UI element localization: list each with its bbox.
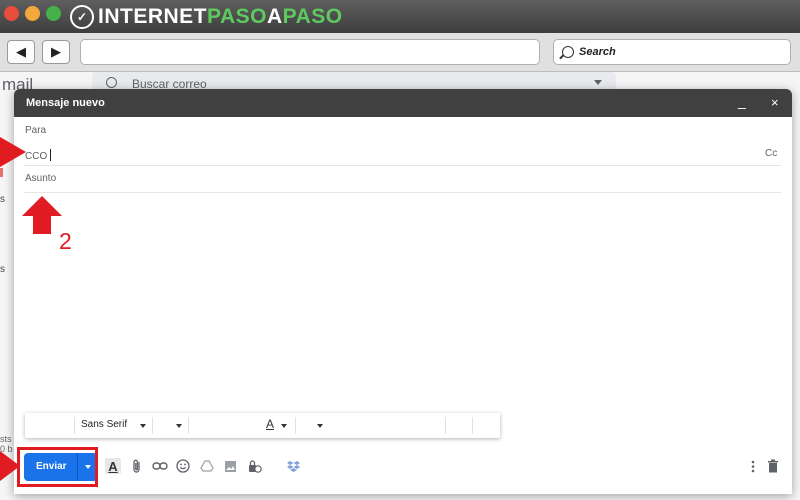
- screenshot-frame: ✓ INTERNET PASO A PASO ◀ ▶ Search mail Busc…: [0, 0, 800, 500]
- logo-mark-icon: ✓: [70, 5, 94, 29]
- logo-text-a: A: [266, 5, 283, 28]
- to-field-label[interactable]: Para: [25, 125, 46, 136]
- toolbar-separator: [445, 417, 446, 434]
- forward-arrow-icon: ▶: [51, 44, 61, 59]
- format-text-color-icon[interactable]: A: [105, 458, 121, 474]
- toolbar-separator: [188, 417, 189, 434]
- browser-search-field[interactable]: Search: [553, 39, 791, 65]
- sidebar-fragment: s: [0, 194, 5, 205]
- sidebar-fragment: s: [0, 264, 5, 275]
- logo-text-internet: INTERNET: [98, 5, 207, 28]
- emoji-icon[interactable]: [175, 458, 191, 474]
- formatting-toolbar: Sans Serif A: [25, 413, 500, 438]
- browser-toolbar: ◀ ▶ Search: [0, 33, 800, 72]
- cc-link[interactable]: Cc: [765, 148, 777, 159]
- zoom-window-button[interactable]: [46, 6, 61, 21]
- toolbar-separator: [295, 417, 296, 434]
- toolbar-separator: [152, 417, 153, 434]
- font-family-select[interactable]: Sans Serif: [81, 419, 127, 430]
- minimize-window-button[interactable]: [25, 6, 40, 21]
- attach-icon[interactable]: [129, 458, 145, 474]
- field-divider: [24, 192, 781, 193]
- trash-icon[interactable]: [765, 458, 781, 474]
- close-icon[interactable]: ×: [771, 95, 779, 110]
- browser-search-placeholder: Search: [579, 46, 616, 58]
- address-bar[interactable]: [80, 39, 540, 65]
- more-options-icon[interactable]: [745, 458, 761, 474]
- search-options-chevron-icon[interactable]: [594, 80, 602, 85]
- minimize-icon[interactable]: _: [738, 93, 746, 109]
- font-size-chevron-icon[interactable]: [176, 424, 182, 428]
- site-logo: ✓ INTERNET PASO A PASO: [70, 3, 343, 31]
- toolbar-separator: [74, 417, 75, 434]
- compose-title: Mensaje nuevo: [26, 97, 105, 109]
- back-button[interactable]: ◀: [7, 40, 35, 64]
- field-divider: [24, 165, 781, 166]
- bcc-field[interactable]: CCO: [25, 146, 52, 164]
- compose-window: Mensaje nuevo _ × Para CCO Cc Asunto San…: [14, 89, 792, 494]
- drive-icon[interactable]: [199, 458, 215, 474]
- link-icon[interactable]: [152, 458, 168, 474]
- logo-text-paso: PASO: [207, 5, 267, 28]
- logo-text-paso-2: PASO: [282, 5, 343, 28]
- annotation-highlight-send: [17, 447, 98, 487]
- annotation-arrow-up: [22, 196, 62, 234]
- subject-field[interactable]: Asunto: [25, 173, 56, 184]
- text-color-chevron-icon[interactable]: [281, 424, 287, 428]
- window-title-bar: ✓ INTERNET PASO A PASO: [0, 0, 800, 33]
- photo-icon[interactable]: [222, 458, 238, 474]
- close-window-button[interactable]: [4, 6, 19, 21]
- confidential-mode-icon[interactable]: [246, 458, 262, 474]
- text-color-button[interactable]: A: [266, 417, 274, 431]
- text-cursor: [50, 148, 52, 161]
- sidebar-highlight: [0, 168, 3, 177]
- search-icon: [562, 46, 574, 58]
- message-body[interactable]: [24, 195, 781, 405]
- font-family-chevron-icon[interactable]: [140, 424, 146, 428]
- dropbox-icon[interactable]: [285, 458, 301, 474]
- bcc-label: CCO: [25, 151, 48, 162]
- annotation-arrow-right-bcc: [0, 137, 26, 167]
- search-icon: [106, 77, 117, 88]
- back-arrow-icon: ◀: [16, 44, 26, 59]
- toolbar-separator: [472, 417, 473, 434]
- annotation-step-number: 2: [59, 228, 72, 254]
- forward-button[interactable]: ▶: [42, 40, 70, 64]
- compose-header: Mensaje nuevo _ ×: [14, 89, 792, 117]
- align-chevron-icon[interactable]: [317, 424, 323, 428]
